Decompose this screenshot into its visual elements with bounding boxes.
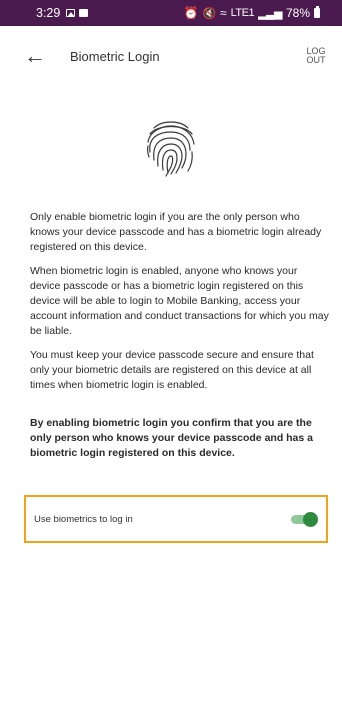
- status-right: ⏰ 🔇 ≈ LTE1 ▂▃▅ 78%: [184, 6, 320, 20]
- wifi-icon: ≈: [220, 6, 227, 20]
- mute-icon: 🔇: [202, 7, 217, 20]
- alarm-icon: ⏰: [183, 6, 199, 20]
- info-paragraph-3: You must keep your device passcode secur…: [30, 349, 314, 391]
- battery-icon: [314, 6, 320, 18]
- info-paragraph-1: Only enable biometric login if you are t…: [30, 211, 322, 253]
- signal-icon: ▂▃▅: [258, 7, 282, 20]
- biometrics-toggle-label: Use biometrics to log in: [34, 513, 133, 525]
- content-area: Only enable biometric login if you are t…: [30, 210, 330, 470]
- confirm-paragraph: By enabling biometric login you confirm …: [30, 417, 313, 459]
- biometrics-toggle-row[interactable]: Use biometrics to log in: [24, 495, 328, 543]
- page-title: Biometric Login: [70, 48, 160, 64]
- toggle-thumb: [303, 512, 318, 527]
- checkbox-notification-icon: [79, 9, 89, 17]
- back-arrow-icon[interactable]: ←: [24, 45, 52, 67]
- status-left: 3:29: [36, 6, 89, 20]
- fingerprint-icon: [146, 121, 195, 177]
- network-type-label: LTE1: [230, 7, 255, 19]
- logout-button[interactable]: LOG OUT: [306, 46, 326, 66]
- info-paragraph-2: When biometric login is enabled, anyone …: [30, 265, 329, 337]
- biometrics-toggle-switch[interactable]: [290, 511, 318, 527]
- gallery-notification-icon: [66, 9, 76, 17]
- status-bar: 3:29 ⏰ 🔇 ≈ LTE1 ▂▃▅ 78%: [0, 0, 342, 26]
- app-header: ← Biometric Login LOG OUT: [0, 26, 342, 86]
- status-time: 3:29: [36, 6, 61, 20]
- battery-percent: 78%: [285, 6, 310, 20]
- fingerprint-container: [0, 116, 342, 178]
